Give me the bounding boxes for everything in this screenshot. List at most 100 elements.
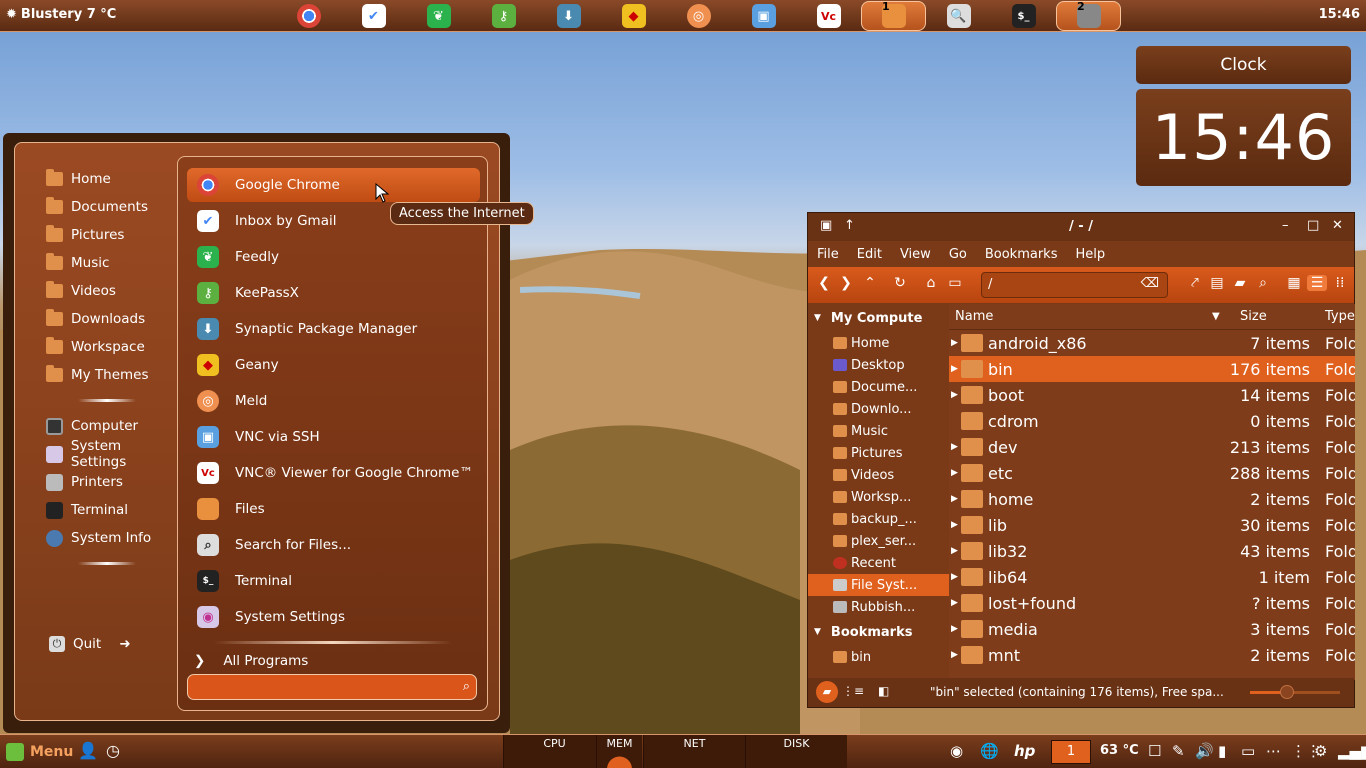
disk-monitor[interactable]: DISK bbox=[745, 735, 847, 768]
menu-edit[interactable]: Edit bbox=[857, 247, 882, 262]
system-settings[interactable]: System Settings bbox=[30, 438, 180, 470]
place-downloads[interactable]: Downloads bbox=[30, 305, 180, 333]
open-terminal-icon[interactable]: ⤤ bbox=[1185, 275, 1205, 291]
expand-arrow-icon[interactable]: ▶ bbox=[951, 338, 958, 348]
sidebar-item-pictures[interactable]: Pictures bbox=[808, 442, 949, 464]
app-vnc-viewer[interactable]: Vc VNC® Viewer for Google Chrome™ bbox=[187, 456, 480, 490]
reload-icon[interactable]: ↻ bbox=[890, 275, 910, 291]
table-row[interactable]: ▶ android_x86 7 items Fold bbox=[949, 330, 1355, 356]
app-synaptic[interactable]: ⬇ Synaptic Package Manager bbox=[187, 312, 480, 346]
dock-search-files[interactable]: 🔍 bbox=[926, 0, 991, 32]
dock-inbox[interactable]: ✔ bbox=[341, 0, 406, 32]
user-icon[interactable]: 👤 bbox=[78, 741, 98, 760]
hp-icon[interactable]: hp bbox=[1014, 742, 1035, 760]
quit-button[interactable]: ⏻ Quit ➜ bbox=[49, 636, 131, 652]
table-row[interactable]: ▶ etc 288 items Fold bbox=[949, 460, 1355, 486]
sort-desc-icon[interactable]: ▼ bbox=[1212, 311, 1220, 322]
more-icon[interactable]: ⋯ bbox=[1266, 742, 1281, 760]
expand-arrow-icon[interactable]: ▶ bbox=[951, 624, 958, 634]
menu-bookmarks[interactable]: Bookmarks bbox=[985, 247, 1058, 262]
clear-path-icon[interactable]: ⌫ bbox=[1141, 276, 1159, 291]
workspace-switcher[interactable]: 1 bbox=[1051, 740, 1091, 764]
system-info[interactable]: System Info bbox=[30, 524, 180, 552]
list-view-icon[interactable]: ☰ bbox=[1307, 275, 1327, 291]
system-printers[interactable]: Printers bbox=[30, 468, 180, 496]
history-icon[interactable]: ◷ bbox=[106, 741, 120, 760]
sidebar-section-bookmarks[interactable]: ▼ Bookmarks bbox=[808, 618, 949, 646]
sidebar-item-file-system[interactable]: File Syst... bbox=[808, 574, 949, 596]
expand-arrow-icon[interactable]: ▶ bbox=[951, 364, 958, 374]
app-system-settings[interactable]: ◉ System Settings bbox=[187, 600, 480, 634]
dock-vnc-viewer[interactable]: Vc bbox=[796, 0, 861, 32]
dock-meld[interactable]: ◎ bbox=[666, 0, 731, 32]
expand-arrow-icon[interactable]: ▶ bbox=[951, 468, 958, 478]
expand-arrow-icon[interactable]: ▶ bbox=[951, 520, 958, 530]
expand-arrow-icon[interactable]: ▶ bbox=[951, 650, 958, 660]
app-meld[interactable]: ◎ Meld bbox=[187, 384, 480, 418]
sidebar-item-documents[interactable]: Docume... bbox=[808, 376, 949, 398]
table-row[interactable]: ▶ home 2 items Fold bbox=[949, 486, 1355, 512]
table-row[interactable]: ▶ media 3 items Fold bbox=[949, 616, 1355, 642]
table-row[interactable]: ▶ mnt 2 items Fold bbox=[949, 642, 1355, 668]
table-row[interactable]: ▶ bin 176 items Fold bbox=[949, 356, 1355, 382]
app-keepassx[interactable]: ⚷ KeePassX bbox=[187, 276, 480, 310]
sidebar-item-rubbish[interactable]: Rubbish... bbox=[808, 596, 949, 618]
display-icon[interactable]: ▭ bbox=[1241, 742, 1255, 760]
place-documents[interactable]: Documents bbox=[30, 193, 180, 221]
table-row[interactable]: ▶ lib32 43 items Fold bbox=[949, 538, 1355, 564]
place-videos[interactable]: Videos bbox=[30, 277, 180, 305]
app-vnc-via-ssh[interactable]: ▣ VNC via SSH bbox=[187, 420, 480, 454]
app-terminal[interactable]: $_ Terminal bbox=[187, 564, 480, 598]
dock-files[interactable]: 1 bbox=[861, 0, 926, 31]
menu-view[interactable]: View bbox=[900, 247, 931, 262]
dock-feedly[interactable]: ❦ bbox=[406, 0, 471, 32]
network-globe-icon[interactable]: 🌐 bbox=[980, 742, 999, 760]
table-row[interactable]: ▶ lib 30 items Fold bbox=[949, 512, 1355, 538]
sidebar-item-downloads[interactable]: Downlo... bbox=[808, 398, 949, 420]
expand-arrow-icon[interactable]: ▶ bbox=[951, 494, 958, 504]
temperature-readout[interactable]: 63 °C bbox=[1100, 743, 1139, 758]
icon-view-icon[interactable]: ▦ bbox=[1284, 275, 1304, 291]
path-input[interactable]: / ⌫ bbox=[981, 272, 1168, 298]
forward-icon[interactable]: ❯ bbox=[836, 275, 856, 291]
volume-icon[interactable]: 🔊 bbox=[1195, 742, 1214, 760]
dock-vnc-ssh[interactable]: ▣ bbox=[731, 0, 796, 32]
file-manager-titlebar[interactable]: ▣ ↑ / - / – □ ✕ bbox=[808, 213, 1354, 241]
all-programs-button[interactable]: ❯ All Programs bbox=[194, 653, 308, 669]
places-toggle-icon[interactable]: ▰ bbox=[816, 681, 838, 703]
gear-icon[interactable]: ⚙ bbox=[1314, 742, 1327, 760]
place-pictures[interactable]: Pictures bbox=[30, 221, 180, 249]
weather-applet[interactable]: ✹ Blustery 7 °C bbox=[6, 7, 116, 22]
table-row[interactable]: cdrom 0 items Fold bbox=[949, 408, 1355, 434]
bookmark-bin[interactable]: bin bbox=[808, 646, 949, 668]
tool-icon[interactable]: ✎ bbox=[1172, 742, 1185, 760]
zoom-slider[interactable] bbox=[1250, 691, 1340, 694]
sidebar-item-backup[interactable]: backup_... bbox=[808, 508, 949, 530]
sidebar-toggle-icon[interactable]: ◧ bbox=[878, 684, 889, 698]
place-home[interactable]: Home bbox=[30, 165, 180, 193]
up-icon[interactable]: ⌃ bbox=[860, 275, 880, 291]
cpu-monitor[interactable]: CPU bbox=[503, 735, 605, 768]
place-my-themes[interactable]: My Themes bbox=[30, 361, 180, 389]
new-folder-icon[interactable]: ▰ bbox=[1230, 275, 1250, 291]
table-row[interactable]: ▶ lost+found? items Fold bbox=[949, 590, 1355, 616]
menu-button[interactable]: Menu bbox=[6, 743, 73, 761]
menu-go[interactable]: Go bbox=[949, 247, 967, 262]
place-music[interactable]: Music bbox=[30, 249, 180, 277]
app-geany[interactable]: ◆ Geany bbox=[187, 348, 480, 382]
table-row[interactable]: ▶ dev 213 items Fold bbox=[949, 434, 1355, 460]
column-name[interactable]: Name bbox=[955, 309, 993, 324]
dock-geany[interactable]: ◆ bbox=[601, 0, 666, 32]
menu-file[interactable]: File bbox=[817, 247, 839, 262]
minimize-button[interactable]: – bbox=[1282, 218, 1289, 233]
sidebar-item-home[interactable]: Home bbox=[808, 332, 949, 354]
home-icon[interactable]: ⌂ bbox=[921, 275, 941, 291]
dock-synaptic[interactable]: ⬇ bbox=[536, 0, 601, 32]
dock-chrome[interactable] bbox=[276, 0, 341, 32]
terminal-icon[interactable]: ▤ bbox=[1207, 275, 1227, 291]
chrome-tray-icon[interactable]: ◉ bbox=[950, 742, 963, 760]
app-google-chrome[interactable]: Google Chrome bbox=[187, 168, 480, 202]
app-files[interactable]: Files bbox=[187, 492, 480, 526]
computer-icon[interactable]: ▭ bbox=[945, 275, 965, 291]
compact-view-icon[interactable]: ⁞⁞ bbox=[1330, 275, 1350, 291]
